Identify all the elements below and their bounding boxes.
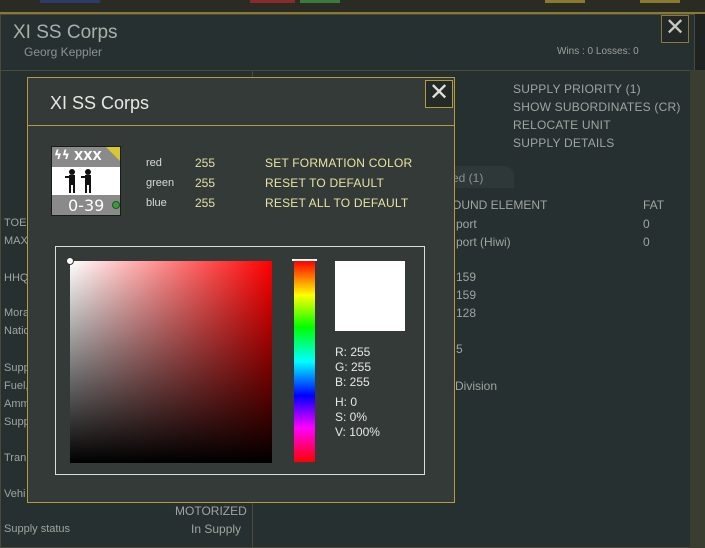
green-value: 255	[195, 176, 216, 190]
readout-g: G: 255	[335, 360, 372, 374]
top-strip-mark	[640, 0, 680, 3]
status-dot-icon	[112, 201, 120, 209]
menu-relocate-unit[interactable]: RELOCATE UNIT	[513, 118, 611, 132]
table-cell: 0	[643, 235, 650, 249]
left-label: Supp	[4, 416, 30, 428]
left-label: Supp	[4, 362, 30, 374]
commander-name: Georg Keppler	[24, 45, 103, 59]
blue-label: blue	[146, 197, 167, 209]
left-label: Mora	[4, 307, 30, 319]
left-label: HHQ	[4, 272, 29, 284]
readout-v: V: 100%	[335, 425, 380, 439]
table-cell: port	[456, 217, 477, 231]
vehicle-type-value: MOTORIZED	[175, 504, 247, 518]
top-strip-mark	[300, 0, 340, 3]
blue-value: 255	[195, 196, 216, 210]
top-strip-mark	[40, 0, 100, 3]
menu-show-subordinates[interactable]: SHOW SUBORDINATES (CR)	[513, 100, 681, 114]
close-icon[interactable]: ✕	[425, 80, 453, 108]
top-strip	[0, 0, 705, 14]
green-label: green	[146, 177, 175, 189]
tab-label: ed (1)	[452, 171, 484, 185]
menu-supply-priority[interactable]: SUPPLY PRIORITY (1)	[513, 82, 641, 96]
unit-strength: 0-39	[68, 196, 105, 215]
left-label: MAX	[4, 235, 28, 247]
wins-losses: Wins : 0 Losses: 0	[557, 46, 639, 57]
dialog-divider	[28, 125, 454, 126]
supply-status-label: Supply status	[4, 523, 71, 535]
dialog-title: XI SS Corps	[50, 93, 150, 113]
menu-supply-details[interactable]: SUPPLY DETAILS	[513, 136, 615, 150]
unit-window-title: XI SS Corps	[13, 22, 118, 43]
readout-h: H: 0	[335, 395, 358, 409]
red-value: 255	[195, 156, 216, 170]
top-strip-mark	[250, 0, 295, 3]
partial-value: 5	[456, 342, 463, 356]
soldier-figures-icon	[65, 169, 91, 193]
partial-value: 159	[456, 270, 477, 284]
table-cell: 0	[643, 217, 650, 231]
left-label: Vehi	[4, 488, 26, 500]
left-label: Tran	[4, 452, 27, 464]
table-header-fatigue: FAT	[643, 198, 665, 212]
saturation-value-handle[interactable]	[66, 257, 74, 265]
left-label: Amm	[4, 398, 30, 410]
map-edge	[690, 70, 705, 548]
table-header-element: OUND ELEMENT	[452, 198, 548, 212]
table-cell: port (Hiwi)	[456, 235, 511, 249]
color-preview-swatch	[335, 261, 405, 331]
set-formation-color-button[interactable]: SET FORMATION COLOR	[265, 156, 412, 170]
hue-slider[interactable]	[294, 261, 315, 462]
reset-to-default-button[interactable]: RESET TO DEFAULT	[265, 176, 384, 190]
left-label: Natio	[4, 325, 30, 337]
partial-value: 128	[456, 306, 477, 320]
hue-slider-handle[interactable]	[292, 259, 317, 261]
top-strip-mark	[545, 0, 585, 3]
red-label: red	[146, 157, 162, 169]
close-icon[interactable]: ✕	[661, 15, 689, 43]
unit-size-marker: XXX	[74, 149, 102, 163]
left-label: Fuel,	[4, 380, 29, 392]
unit-insignia: ϟϟ	[54, 148, 70, 162]
unit-counter-corner	[106, 147, 120, 161]
division-link[interactable]: Division	[455, 379, 497, 393]
readout-r: R: 255	[335, 345, 371, 359]
supply-status-value: In Supply	[191, 522, 242, 536]
readout-b: B: 255	[335, 375, 370, 389]
unit-counter-body	[52, 167, 120, 195]
readout-s: S: 0%	[335, 410, 368, 424]
unit-counter-icon: ϟϟ XXX 0-39	[51, 146, 121, 216]
left-label: TOE	[4, 217, 27, 229]
partial-value: 159	[456, 288, 477, 302]
saturation-value-area[interactable]	[70, 261, 272, 463]
reset-all-to-default-button[interactable]: RESET ALL TO DEFAULT	[265, 196, 408, 210]
